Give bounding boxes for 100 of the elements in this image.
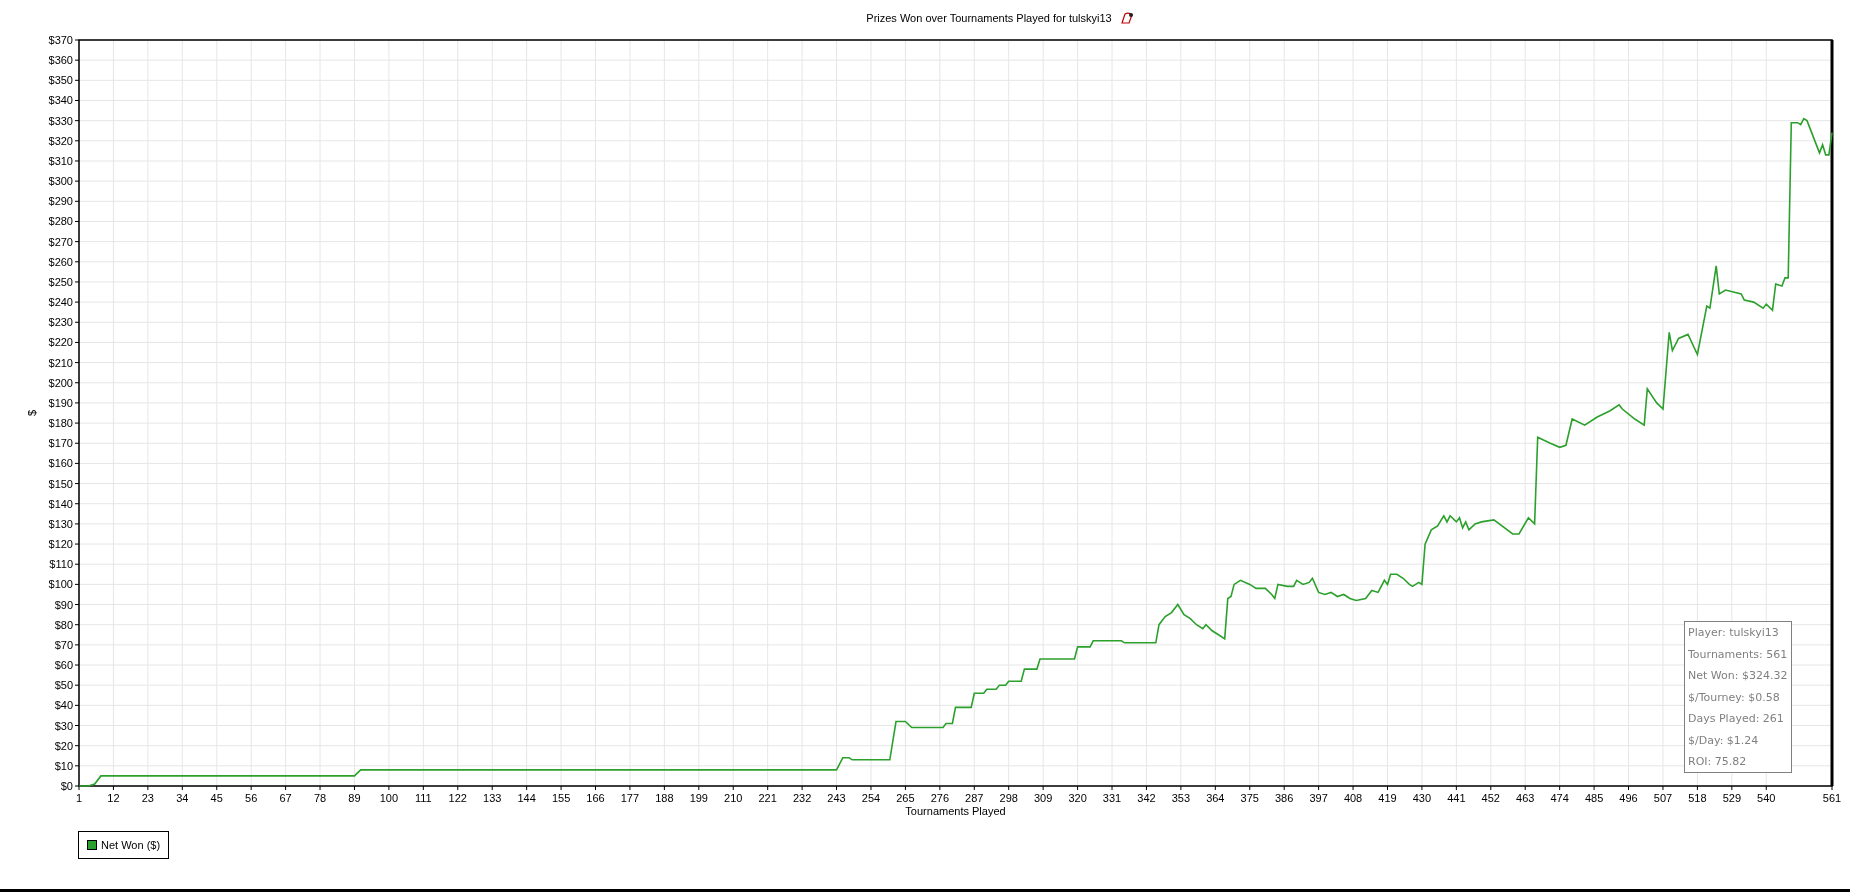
x-tick-label: 331 (1102, 792, 1122, 804)
x-tick-label: 45 (210, 792, 223, 804)
chart-icon[interactable] (1119, 12, 1134, 24)
x-tick-label: 463 (1516, 792, 1535, 804)
chart-title: Prizes Won over Tournaments Played for tulskyi13 (866, 12, 1112, 24)
y-tick-label: $360 (48, 54, 73, 67)
y-tick-label: $230 (48, 316, 73, 329)
y-tick-label: $50 (54, 679, 73, 692)
x-tick-label: 419 (1378, 792, 1397, 804)
y-tick-label: $60 (54, 659, 73, 672)
x-tick-label: 496 (1619, 792, 1638, 804)
y-tick-label: $20 (54, 739, 73, 752)
x-tick-label: 485 (1584, 792, 1604, 804)
y-tick-label: $280 (48, 215, 73, 228)
y-tick-label: $120 (48, 538, 73, 551)
x-tick-label: 23 (141, 792, 154, 804)
y-tick-label: $170 (48, 437, 73, 450)
x-tick-label: 353 (1171, 792, 1191, 804)
y-tick-label: $100 (48, 578, 73, 591)
x-tick-label: 1 (75, 792, 83, 804)
y-tick-label: $210 (48, 356, 73, 369)
stat-line: ROI: 75.82 (1688, 755, 1748, 768)
x-tick-label: 298 (999, 792, 1018, 804)
x-tick-label: 155 (551, 792, 571, 804)
x-tick-label: 287 (965, 792, 984, 804)
x-tick-label: 507 (1653, 792, 1673, 804)
x-tick-label: 452 (1481, 792, 1500, 804)
stat-line: Net Won: $324.32 (1688, 669, 1788, 682)
x-tick-label: 144 (517, 792, 536, 804)
y-tick-label: $290 (48, 195, 73, 208)
x-tick-label: 199 (689, 792, 708, 804)
y-tick-label: $260 (48, 255, 73, 268)
y-tick-label: $330 (48, 114, 73, 127)
stat-line: $/Tourney: $0.58 (1688, 690, 1781, 704)
x-tick-label: 210 (724, 792, 743, 804)
y-tick-label: $90 (54, 598, 73, 611)
y-tick-label: $350 (48, 74, 73, 87)
y-tick-label: $40 (54, 699, 73, 712)
x-tick-label: 166 (586, 792, 605, 804)
y-axis-title: $ (26, 409, 38, 417)
y-tick-label: $250 (48, 275, 73, 288)
x-tick-label: 133 (483, 792, 502, 804)
x-tick-label: 111 (414, 792, 432, 804)
x-tick-label: 232 (792, 792, 812, 804)
x-tick-label: 529 (1722, 792, 1741, 804)
y-tick-label: $270 (48, 235, 73, 248)
x-axis-title: Tournaments Played (905, 805, 1006, 817)
x-tick-label: 309 (1033, 792, 1053, 804)
x-tick-label: 320 (1068, 792, 1087, 804)
y-tick-label: $110 (49, 558, 73, 571)
x-tick-label: 221 (758, 792, 777, 804)
y-tick-label: $240 (48, 296, 73, 309)
y-tick-label: $80 (54, 618, 73, 631)
x-tick-label: 408 (1343, 792, 1363, 804)
x-tick-label: 100 (379, 792, 399, 804)
x-tick-label: 89 (348, 792, 361, 804)
x-tick-label: 67 (279, 792, 292, 804)
y-tick-label: $10 (54, 759, 73, 772)
y-tick-label: $370 (48, 36, 73, 46)
y-tick-label: $340 (48, 94, 73, 107)
x-tick-label: 561 (1822, 792, 1842, 804)
y-tick-label: $220 (48, 336, 73, 349)
y-tick-label: $190 (48, 396, 73, 409)
x-tick-label: 78 (313, 792, 327, 804)
x-tick-label: 397 (1309, 792, 1328, 804)
x-tick-label: 386 (1275, 792, 1294, 804)
stat-line: Tournaments: 561 (1688, 647, 1788, 661)
y-tick-label: $150 (48, 477, 73, 490)
y-tick-label: $160 (48, 457, 73, 470)
y-tick-label: $70 (54, 638, 73, 651)
x-tick-label: 518 (1688, 792, 1707, 804)
stat-line: Player: tulskyi13 (1688, 626, 1780, 639)
x-tick-label: 34 (176, 792, 189, 804)
x-tick-label: 364 (1206, 792, 1225, 804)
legend-label: Net Won ($) (101, 839, 161, 851)
x-tick-label: 254 (861, 792, 881, 804)
x-tick-label: 342 (1137, 792, 1156, 804)
x-tick-label: 375 (1240, 792, 1259, 804)
stat-line: Days Played: 261 (1688, 712, 1785, 725)
x-tick-label: 540 (1757, 792, 1776, 804)
x-tick-label: 474 (1550, 792, 1569, 804)
y-tick-label: $180 (48, 417, 73, 430)
x-tick-label: 441 (1447, 792, 1466, 804)
stat-line: $/Day: $1.24 (1688, 733, 1760, 747)
x-tick-label: 276 (930, 792, 950, 804)
x-tick-label: 243 (827, 792, 846, 804)
x-tick-label: 12 (107, 792, 120, 804)
y-tick-label: $30 (54, 719, 73, 732)
y-tick-label: $0 (60, 780, 73, 792)
y-tick-label: $320 (48, 134, 73, 147)
y-tick-label: $140 (48, 497, 73, 510)
x-tick-label: 177 (620, 792, 640, 804)
x-tick-label: 430 (1412, 792, 1432, 804)
x-tick-label: 265 (896, 792, 915, 804)
y-tick-label: $200 (48, 376, 73, 389)
y-tick-label: $310 (48, 154, 73, 167)
y-tick-label: $300 (48, 175, 73, 188)
y-tick-label: $130 (48, 517, 73, 530)
x-tick-label: 122 (448, 792, 467, 804)
x-tick-label: 56 (245, 792, 258, 804)
